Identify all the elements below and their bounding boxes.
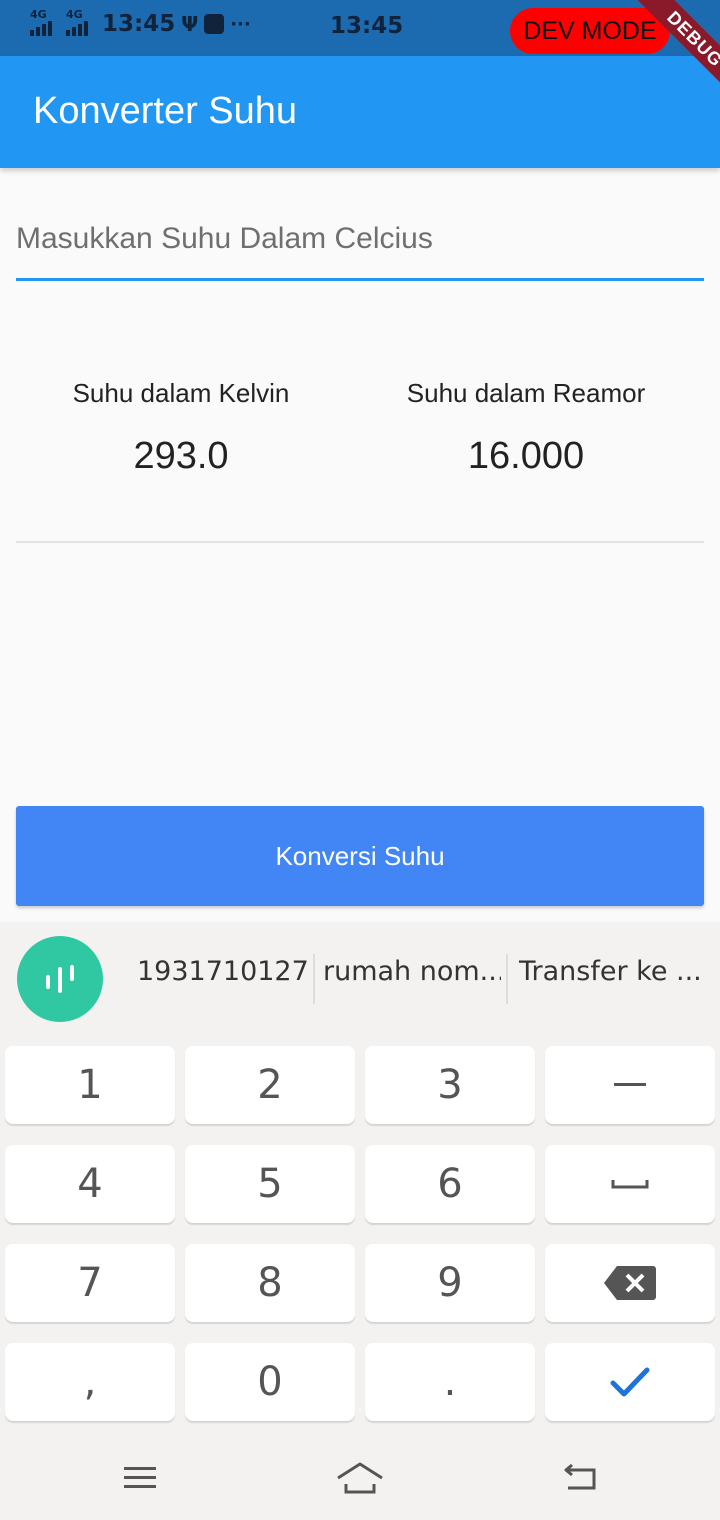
key-done[interactable] xyxy=(545,1343,715,1421)
key-space[interactable] xyxy=(545,1145,715,1223)
key-7[interactable]: 7 xyxy=(5,1244,175,1322)
space-icon xyxy=(611,1180,649,1189)
home-button[interactable] xyxy=(335,1458,385,1498)
notification-icon xyxy=(204,14,225,34)
input-underline xyxy=(16,278,704,281)
suggestion-divider xyxy=(506,954,508,1004)
network-type: 4G xyxy=(66,8,83,21)
home-icon xyxy=(337,1462,383,1494)
divider xyxy=(16,541,704,543)
page-title: Konverter Suhu xyxy=(33,90,298,132)
backspace-icon xyxy=(604,1266,656,1300)
key-5[interactable]: 5 xyxy=(185,1145,355,1223)
back-button[interactable] xyxy=(555,1458,605,1498)
suggestion-divider xyxy=(313,954,315,1004)
debug-ribbon: DEBUG xyxy=(625,0,720,109)
numeric-keyboard: 1931710127 rumah nom... Transfer ke ... … xyxy=(0,922,720,1520)
menu-icon xyxy=(124,1467,156,1488)
reamor-label: Suhu dalam Reamor xyxy=(406,378,646,408)
status-time: 13:45 xyxy=(102,11,176,37)
celsius-input-container xyxy=(16,200,704,282)
key-1[interactable]: 1 xyxy=(5,1046,175,1124)
key-backspace[interactable] xyxy=(545,1244,715,1322)
back-icon xyxy=(564,1463,596,1490)
voice-input-button[interactable] xyxy=(17,936,103,1022)
kelvin-result: Suhu dalam Kelvin 293.0 xyxy=(16,378,346,478)
voice-wave-icon xyxy=(46,965,74,993)
key-period[interactable]: . xyxy=(365,1343,535,1421)
suggestion-item[interactable]: Transfer ke ... xyxy=(519,956,699,987)
suggestion-item[interactable]: 1931710127 xyxy=(137,956,307,987)
key-4[interactable]: 4 xyxy=(5,1145,175,1223)
key-6[interactable]: 6 xyxy=(365,1145,535,1223)
kelvin-label: Suhu dalam Kelvin xyxy=(72,378,290,408)
celsius-input[interactable] xyxy=(16,200,704,278)
status-time-center: 13:45 xyxy=(330,13,404,39)
key-0[interactable]: 0 xyxy=(185,1343,355,1421)
usb-icon: Ψ xyxy=(181,12,199,36)
menu-button[interactable] xyxy=(115,1458,165,1498)
key-minus[interactable] xyxy=(545,1046,715,1124)
debug-ribbon-container: DEBUG xyxy=(600,0,720,120)
key-8[interactable]: 8 xyxy=(185,1244,355,1322)
reamor-value: 16.000 xyxy=(467,435,585,477)
key-comma[interactable]: , xyxy=(5,1343,175,1421)
status-left: 4G 4G 13:45 Ψ ··· xyxy=(30,8,251,38)
key-9[interactable]: 9 xyxy=(365,1244,535,1322)
system-nav-bar xyxy=(0,1436,720,1520)
minus-icon xyxy=(614,1083,646,1086)
suggestion-bar: 1931710127 rumah nom... Transfer ke ... xyxy=(0,922,720,1038)
key-2[interactable]: 2 xyxy=(185,1046,355,1124)
convert-button[interactable]: Konversi Suhu xyxy=(16,806,704,906)
more-notifications: ··· xyxy=(230,13,251,35)
suggestion-item[interactable]: rumah nom... xyxy=(323,956,501,987)
reamor-result: Suhu dalam Reamor 16.000 xyxy=(361,378,691,478)
network-type: 4G xyxy=(30,8,47,21)
check-icon xyxy=(610,1367,650,1397)
signal-icon: 4G xyxy=(30,8,60,38)
signal-icon: 4G xyxy=(66,8,96,38)
key-3[interactable]: 3 xyxy=(365,1046,535,1124)
kelvin-value: 293.0 xyxy=(133,435,229,477)
